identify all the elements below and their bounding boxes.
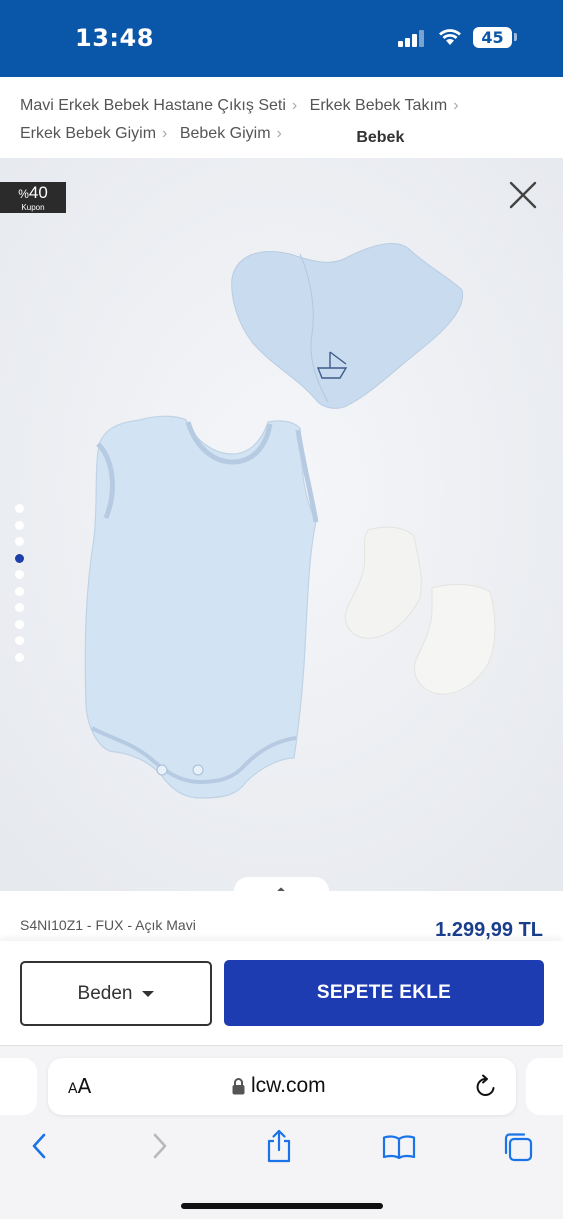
product-info: S4NI10Z1 - FUX - Açık Mavi 1.299,99 TL [0, 891, 563, 941]
pagination-dot[interactable] [15, 603, 24, 612]
home-indicator [181, 1203, 383, 1209]
battery-tip [514, 33, 517, 41]
coupon-badge: %40 Kupon [0, 182, 66, 213]
status-time: 13:48 [75, 24, 154, 52]
breadcrumb-item-takim[interactable]: Erkek Bebek Takım [310, 92, 448, 120]
breadcrumb: Mavi Erkek Bebek Hastane Çıkış Seti › Erk… [20, 92, 550, 148]
collapse-details-button[interactable] [234, 877, 329, 891]
size-select-button[interactable]: Beden [20, 961, 212, 1026]
pagination-dot[interactable] [15, 652, 24, 662]
action-bar: Beden SEPETE EKLE [0, 941, 563, 1045]
share-icon[interactable] [265, 1128, 293, 1164]
wifi-icon [439, 29, 461, 45]
pagination-dot[interactable] [15, 520, 24, 530]
lock-icon [232, 1078, 245, 1095]
chevron-up-icon [277, 887, 285, 891]
caret-down-icon [142, 990, 155, 997]
pagination-dot[interactable] [15, 553, 24, 563]
coupon-label: Kupon [21, 203, 45, 212]
product-photo [0, 158, 563, 891]
next-tab-preview[interactable] [526, 1058, 563, 1115]
size-select-label: Beden [77, 982, 133, 1004]
pagination-dot[interactable] [15, 586, 24, 596]
back-icon[interactable] [29, 1132, 49, 1160]
coupon-value: %40 [18, 183, 48, 202]
pagination-dot[interactable] [15, 570, 24, 579]
forward-icon[interactable] [150, 1132, 170, 1160]
product-sku: S4NI10Z1 - FUX - Açık Mavi [20, 917, 196, 933]
text-size-button[interactable]: AA [68, 1074, 91, 1098]
pagination-dot[interactable] [15, 636, 24, 645]
pagination-dot[interactable] [15, 619, 24, 629]
address-bar[interactable]: AA lcw.com [48, 1058, 516, 1115]
chevron-right-icon: › [162, 125, 168, 142]
bookmarks-icon[interactable] [382, 1134, 416, 1160]
tabs-icon[interactable] [502, 1131, 534, 1163]
product-price: 1.299,99 TL [435, 919, 543, 941]
url-text: lcw.com [251, 1074, 326, 1097]
pagination-dot[interactable] [15, 504, 24, 513]
reload-icon[interactable] [475, 1074, 497, 1098]
close-icon[interactable] [508, 180, 538, 210]
chevron-right-icon: › [291, 97, 298, 114]
breadcrumb-item-bebek-giyim[interactable]: Bebek Giyim [180, 120, 271, 148]
add-to-cart-button[interactable]: SEPETE EKLE [224, 960, 544, 1026]
chevron-right-icon: › [453, 97, 459, 114]
pagination-dot[interactable] [15, 537, 24, 546]
url-field[interactable]: lcw.com [232, 1074, 326, 1098]
previous-tab-preview[interactable] [0, 1058, 37, 1115]
product-image-gallery[interactable]: %40 Kupon [0, 158, 563, 891]
chevron-right-icon: › [276, 125, 282, 142]
breadcrumb-current: Bebek [356, 129, 405, 146]
breadcrumb-item-erkek-bebek-giyim[interactable]: Erkek Bebek Giyim [20, 120, 156, 148]
battery-icon: 45 [473, 27, 512, 48]
status-bar: 13:48 45 [0, 0, 563, 77]
gallery-pagination [15, 504, 25, 669]
browser-chrome: AA lcw.com [0, 1045, 563, 1219]
bodysuit-image [84, 415, 319, 799]
signal-icon [398, 29, 428, 47]
breadcrumb-item-set[interactable]: Mavi Erkek Bebek Hastane Çıkış Seti [20, 92, 286, 120]
